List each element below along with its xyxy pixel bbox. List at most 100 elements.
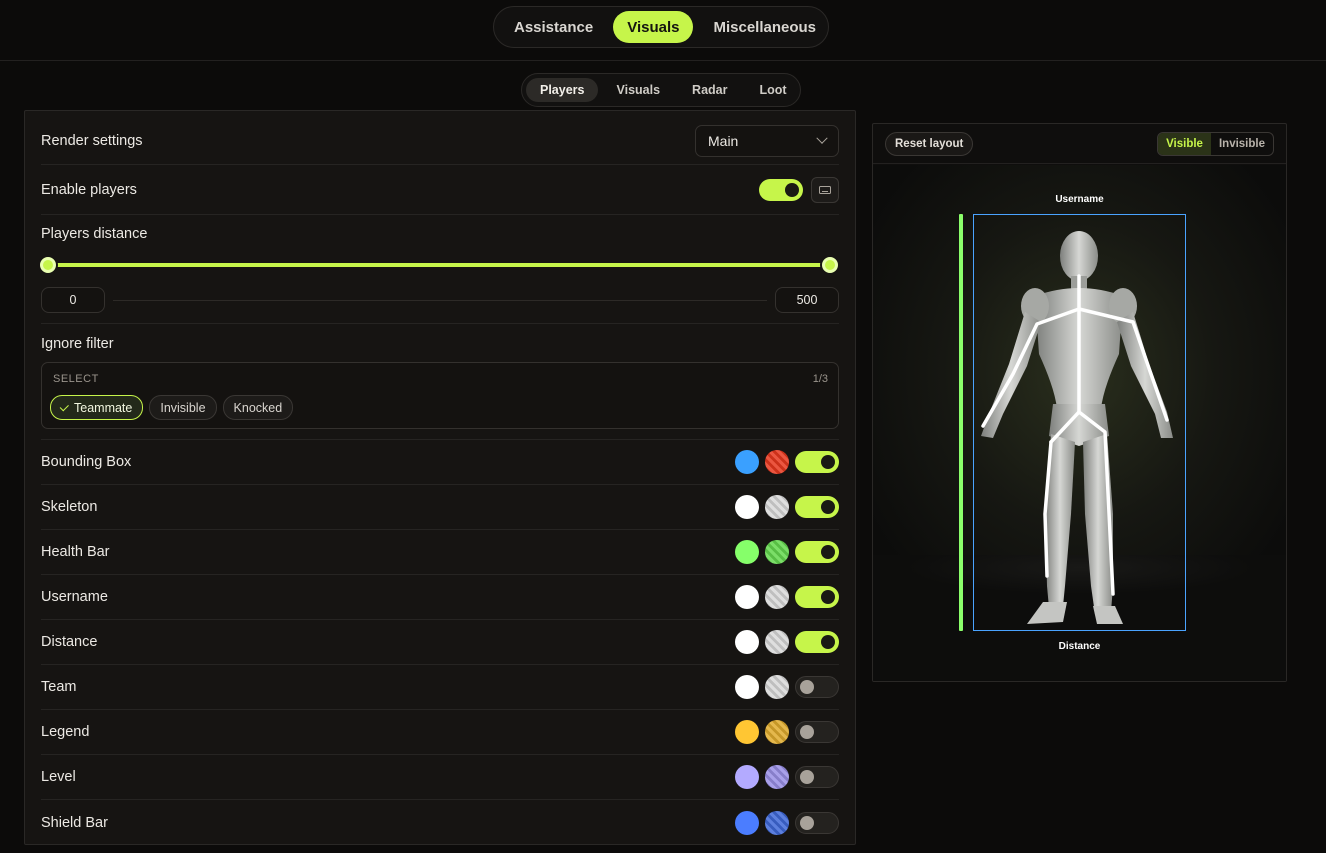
ignore-filter-select[interactable]: SELECT 1/3 Teammate Invisible Knocked bbox=[41, 362, 839, 429]
feature-label: Team bbox=[41, 679, 77, 695]
toggle-knob bbox=[800, 725, 814, 739]
visible-color-swatch[interactable] bbox=[735, 765, 759, 789]
ignore-filter-label: Ignore filter bbox=[41, 336, 114, 352]
render-settings-label: Render settings bbox=[41, 133, 143, 149]
feature-label: Skeleton bbox=[41, 499, 98, 515]
visible-color-swatch[interactable] bbox=[735, 450, 759, 474]
render-settings-row: Render settings Main bbox=[41, 118, 839, 165]
distance-max-input[interactable]: 500 bbox=[775, 287, 839, 313]
visible-color-swatch[interactable] bbox=[735, 720, 759, 744]
toggle-knob bbox=[800, 815, 814, 830]
render-settings-dropdown[interactable]: Main bbox=[695, 125, 839, 157]
feature-label: Health Bar bbox=[41, 544, 110, 560]
invisible-color-swatch[interactable] bbox=[765, 765, 789, 789]
feature-toggle[interactable] bbox=[795, 721, 839, 743]
feature-toggle[interactable] bbox=[795, 496, 839, 518]
feature-label: Distance bbox=[41, 634, 98, 650]
feature-controls bbox=[735, 810, 839, 835]
chevron-down-icon bbox=[816, 132, 828, 144]
sub-tabs: Players Visuals Radar Loot bbox=[521, 73, 801, 107]
chip-knocked[interactable]: Knocked bbox=[222, 395, 294, 420]
chip-label: Invisible bbox=[160, 400, 206, 415]
toggle-knob bbox=[821, 455, 835, 469]
visible-color-swatch[interactable] bbox=[735, 630, 759, 654]
invisible-color-swatch[interactable] bbox=[765, 585, 789, 609]
filter-count: 1/3 bbox=[812, 373, 828, 385]
visible-color-swatch[interactable] bbox=[735, 540, 759, 564]
preview-username[interactable]: Username bbox=[873, 194, 1286, 205]
subtab-visuals[interactable]: Visuals bbox=[602, 78, 674, 102]
players-distance-label: Players distance bbox=[41, 226, 148, 242]
feature-toggle[interactable] bbox=[795, 811, 839, 834]
invisible-option[interactable]: Invisible bbox=[1211, 133, 1273, 155]
subtab-players[interactable]: Players bbox=[526, 78, 599, 102]
invisible-color-swatch[interactable] bbox=[765, 675, 789, 699]
invisible-color-swatch[interactable] bbox=[765, 720, 789, 744]
invisible-color-swatch[interactable] bbox=[765, 630, 789, 654]
visible-color-swatch[interactable] bbox=[735, 585, 759, 609]
visible-color-swatch[interactable] bbox=[735, 675, 759, 699]
visible-option[interactable]: Visible bbox=[1158, 133, 1211, 155]
feature-label: Username bbox=[41, 589, 108, 605]
keyboard-icon bbox=[819, 186, 831, 194]
chip-teammate[interactable]: Teammate bbox=[50, 395, 144, 420]
feature-label: Level bbox=[41, 769, 76, 785]
feature-row-username: Username bbox=[41, 575, 839, 620]
subtab-loot[interactable]: Loot bbox=[745, 78, 800, 102]
feature-controls bbox=[735, 630, 839, 654]
tab-assistance[interactable]: Assistance bbox=[500, 11, 607, 43]
preview-toolbar: Reset layout Visible Invisible bbox=[873, 124, 1286, 164]
invisible-color-swatch[interactable] bbox=[765, 495, 789, 519]
invisible-color-swatch[interactable] bbox=[765, 450, 789, 474]
feature-controls bbox=[735, 495, 839, 519]
feature-controls bbox=[735, 765, 839, 789]
toggle-knob bbox=[785, 183, 799, 197]
visible-color-swatch[interactable] bbox=[735, 495, 759, 519]
feature-row-bounding-box: Bounding Box bbox=[41, 440, 839, 485]
feature-toggle[interactable] bbox=[795, 631, 839, 653]
reset-layout-button[interactable]: Reset layout bbox=[885, 132, 974, 156]
invisible-color-swatch[interactable] bbox=[765, 540, 789, 564]
preview-health-bar[interactable] bbox=[959, 214, 963, 631]
feature-row-shield-bar: Shield Bar bbox=[41, 800, 839, 845]
toggle-knob bbox=[800, 770, 814, 784]
feature-toggle[interactable] bbox=[795, 451, 839, 473]
toggle-knob bbox=[821, 590, 835, 604]
distance-divider bbox=[113, 300, 767, 301]
subtab-radar[interactable]: Radar bbox=[678, 78, 741, 102]
feature-row-legend: Legend bbox=[41, 710, 839, 755]
preview-stage: Username Distance bbox=[873, 165, 1286, 681]
feature-row-level: Level bbox=[41, 755, 839, 800]
visible-color-swatch[interactable] bbox=[735, 810, 759, 835]
chip-invisible[interactable]: Invisible bbox=[149, 395, 217, 420]
visibility-segmented: Visible Invisible bbox=[1157, 132, 1274, 156]
feature-toggle[interactable] bbox=[795, 541, 839, 563]
toggle-knob bbox=[800, 680, 814, 694]
distance-min-input[interactable]: 0 bbox=[41, 287, 105, 313]
feature-toggle[interactable] bbox=[795, 586, 839, 608]
distance-slider-track[interactable] bbox=[49, 263, 831, 267]
enable-players-toggle[interactable] bbox=[759, 179, 803, 201]
tab-miscellaneous[interactable]: Miscellaneous bbox=[699, 11, 830, 43]
feature-label: Legend bbox=[41, 724, 90, 740]
enable-players-label: Enable players bbox=[41, 182, 137, 198]
chip-label: Teammate bbox=[74, 400, 133, 415]
distance-slider-min-handle[interactable] bbox=[40, 257, 56, 273]
distance-slider-max-handle[interactable] bbox=[822, 257, 838, 273]
feature-label: Bounding Box bbox=[41, 454, 132, 470]
feature-toggle[interactable] bbox=[795, 766, 839, 788]
invisible-color-swatch[interactable] bbox=[765, 810, 789, 835]
feature-controls bbox=[735, 675, 839, 699]
enable-players-row: Enable players bbox=[41, 166, 839, 215]
feature-controls bbox=[735, 585, 839, 609]
feature-row-health-bar: Health Bar bbox=[41, 530, 839, 575]
keybind-button[interactable] bbox=[811, 177, 839, 203]
top-bar: Assistance Visuals Miscellaneous bbox=[0, 0, 1326, 61]
feature-toggle[interactable] bbox=[795, 676, 839, 698]
feature-controls bbox=[735, 720, 839, 744]
main-tabs: Assistance Visuals Miscellaneous bbox=[493, 6, 829, 48]
character-model bbox=[981, 231, 1173, 624]
toggle-knob bbox=[821, 635, 835, 649]
tab-visuals[interactable]: Visuals bbox=[613, 11, 694, 43]
preview-distance[interactable]: Distance bbox=[873, 641, 1286, 652]
